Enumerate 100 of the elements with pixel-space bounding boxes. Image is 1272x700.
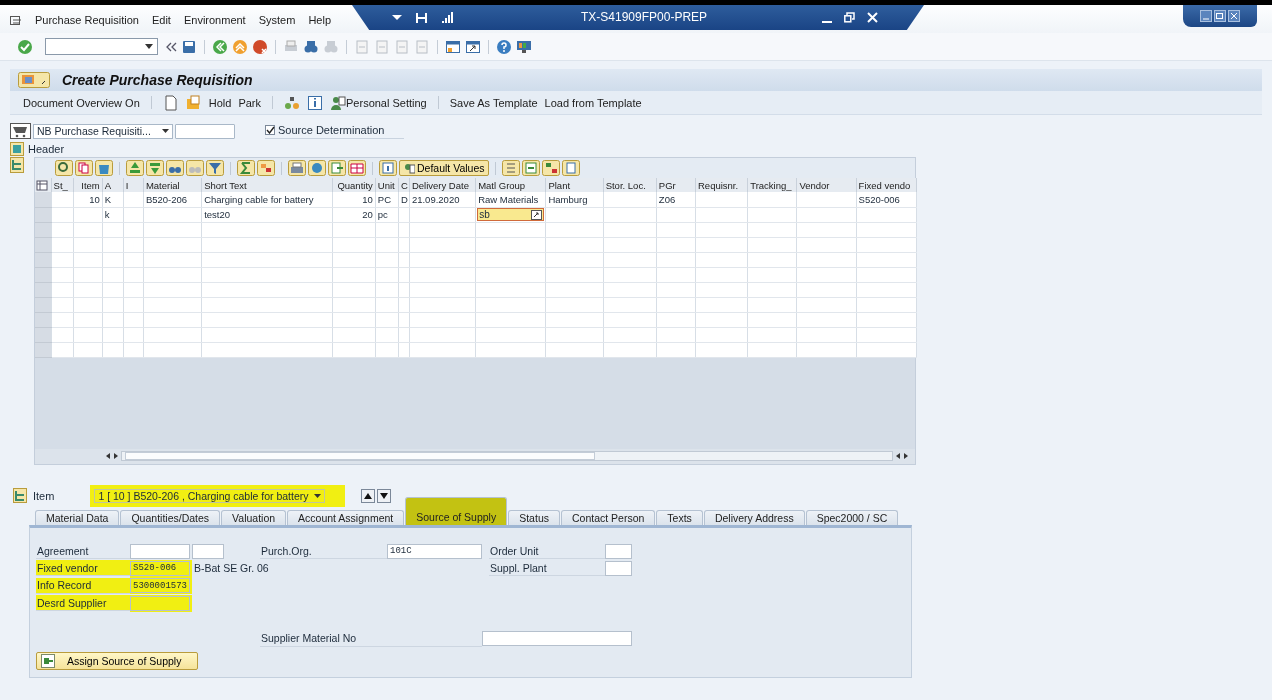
document-icon[interactable] (561, 160, 580, 176)
column-header[interactable]: Matl Group (475, 178, 546, 192)
menu-item[interactable]: Edit (151, 14, 171, 26)
previous-item-button[interactable] (361, 488, 376, 503)
delete-icon[interactable] (95, 160, 113, 176)
org-icon[interactable] (284, 94, 300, 111)
column-header[interactable]: A (102, 178, 124, 192)
save-icon[interactable] (181, 38, 197, 55)
default-values-button[interactable]: Default Values (399, 160, 489, 176)
document-type-dropdown[interactable]: NB Purchase Requisiti... (33, 123, 173, 139)
document-icon[interactable] (162, 94, 179, 111)
find-icon[interactable] (166, 160, 184, 176)
sort-ascending-icon[interactable] (126, 160, 144, 176)
input-field[interactable]: 101C (387, 543, 482, 559)
document-number-field[interactable] (175, 123, 235, 139)
column-header[interactable]: Unit (375, 178, 399, 192)
check-icon[interactable] (17, 38, 33, 55)
value-help-icon[interactable] (531, 209, 543, 220)
command-field[interactable] (45, 38, 158, 55)
input-field[interactable] (130, 543, 190, 559)
sort-descending-icon[interactable] (146, 160, 164, 176)
tab[interactable]: Contact Person (561, 509, 656, 525)
info-icon[interactable] (307, 94, 323, 111)
filter-icon[interactable] (206, 160, 224, 176)
cart-icon[interactable] (10, 123, 31, 139)
menu-item[interactable]: Help (308, 14, 331, 26)
details-icon[interactable] (55, 160, 73, 176)
scroll-left-icon[interactable] (105, 452, 111, 460)
column-header[interactable]: I (123, 178, 144, 192)
scrollbar[interactable] (121, 451, 893, 461)
tab[interactable]: Quantities/Dates (120, 509, 221, 525)
menu-icon[interactable] (9, 14, 22, 26)
tab[interactable]: Texts (656, 509, 703, 525)
assign-source-button[interactable]: Assign Source of Supply (36, 651, 198, 670)
input-field[interactable] (605, 543, 632, 559)
column-header[interactable]: PGr (656, 178, 696, 192)
input-field[interactable] (482, 631, 632, 646)
column-header[interactable]: Item (73, 178, 103, 192)
toolbar-button[interactable]: Hold (208, 96, 232, 109)
dropdown-icon[interactable] (392, 14, 402, 21)
subtotal-icon[interactable] (257, 160, 275, 176)
print-icon[interactable] (288, 160, 306, 176)
menu-item[interactable]: System (258, 14, 296, 26)
restore-icon[interactable] (1214, 10, 1226, 22)
tab[interactable]: Valuation (221, 509, 287, 525)
toolbar-button[interactable]: Document Overview On (23, 96, 140, 109)
copy-icon[interactable] (75, 160, 93, 176)
column-header[interactable]: Tracking_ (747, 178, 797, 192)
menu-item[interactable]: Purchase Requisition (35, 14, 139, 26)
cancel-icon[interactable] (252, 38, 268, 55)
tab[interactable]: Spec2000 / SC (805, 509, 899, 525)
header-expand-icon[interactable] (10, 142, 24, 156)
column-header[interactable]: Quantity (332, 178, 376, 192)
shortcut-icon[interactable] (465, 38, 481, 55)
transaction-menu-icon[interactable] (18, 72, 50, 88)
column-settings-icon[interactable] (36, 180, 48, 191)
help-icon[interactable] (496, 38, 512, 55)
back-icon[interactable] (212, 38, 228, 55)
import-icon[interactable] (521, 160, 540, 176)
tree-icon[interactable] (541, 160, 560, 176)
column-header[interactable]: Stor. Loc. (603, 178, 657, 192)
person-settings-icon[interactable] (330, 94, 346, 111)
tab[interactable]: Material Data (35, 509, 120, 525)
checkbox[interactable] (265, 124, 275, 135)
tab[interactable]: Account Assignment (287, 509, 405, 525)
info-icon[interactable] (379, 160, 397, 176)
column-header[interactable]: Fixed vendo (856, 178, 917, 192)
scroll-left-icon[interactable] (895, 452, 901, 460)
tab[interactable]: Source of Supply (405, 496, 508, 525)
menu-item[interactable]: Environment (183, 14, 246, 26)
export-icon[interactable] (328, 160, 346, 176)
toolbar-button[interactable]: Personal Setting (346, 96, 427, 109)
toolbar-button[interactable]: Load from Template (544, 96, 642, 109)
column-header[interactable]: Short Text (201, 178, 333, 192)
pin-icon[interactable] (416, 12, 427, 23)
column-header[interactable]: C (398, 178, 410, 192)
find-next-icon[interactable] (186, 160, 204, 176)
scroll-right-icon[interactable] (903, 452, 909, 460)
exit-icon[interactable] (232, 38, 248, 55)
toolbar-button[interactable]: Save As Template (449, 96, 538, 109)
tab[interactable]: Delivery Address (703, 509, 805, 525)
column-header[interactable]: Delivery Date (409, 178, 476, 192)
next-item-button[interactable] (377, 488, 392, 503)
column-header[interactable]: Vendor (796, 178, 857, 192)
list-icon[interactable] (501, 160, 520, 176)
scroll-right-icon[interactable] (113, 452, 119, 460)
find-icon[interactable] (303, 38, 319, 55)
close-icon[interactable] (1228, 10, 1240, 22)
layout-icon[interactable] (348, 160, 366, 176)
column-header[interactable]: Requisnr. (695, 178, 748, 192)
tab[interactable]: Status (508, 509, 560, 525)
column-header[interactable]: Plant (545, 178, 604, 192)
view-icon[interactable] (308, 160, 326, 176)
column-header[interactable]: St_ (51, 178, 74, 192)
input-field[interactable] (192, 543, 224, 559)
column-header[interactable]: Material (143, 178, 202, 192)
sum-icon[interactable] (237, 160, 255, 176)
item-collapse-icon[interactable] (13, 488, 27, 503)
items-collapse-icon[interactable] (10, 157, 24, 173)
restore-icon[interactable] (844, 12, 855, 23)
